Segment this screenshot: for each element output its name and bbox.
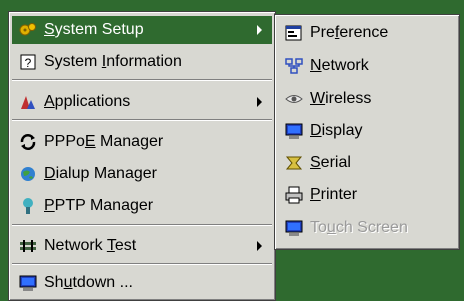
system-setup-submenu: Preference Network Wireless Display Seri…	[274, 14, 460, 250]
printer-icon	[284, 185, 304, 205]
display-icon	[284, 121, 304, 141]
menu-item-pppoe-manager[interactable]: PPPoE Manager	[12, 128, 272, 156]
system-setup-icon	[18, 20, 38, 40]
menu-separator	[12, 119, 272, 121]
menu-separator	[12, 79, 272, 81]
menu-separator	[12, 263, 272, 265]
menu-item-system-information[interactable]: ? System Information	[12, 48, 272, 76]
serial-icon	[284, 153, 304, 173]
applications-icon	[18, 92, 38, 112]
network-icon	[284, 56, 304, 76]
submenu-item-display[interactable]: Display	[278, 117, 456, 145]
submenu-item-preference[interactable]: Preference	[278, 19, 456, 47]
network-test-icon	[18, 236, 38, 256]
shutdown-icon	[18, 273, 38, 293]
submenu-item-printer[interactable]: Printer	[278, 181, 456, 209]
submenu-arrow-icon	[257, 25, 262, 35]
menu-item-system-setup[interactable]: System Setup	[12, 16, 272, 44]
wireless-icon	[284, 89, 304, 109]
menu-item-pptp-manager[interactable]: PPTP Manager	[12, 192, 272, 220]
submenu-arrow-icon	[257, 97, 262, 107]
help-icon: ?	[18, 52, 38, 72]
pptp-icon	[18, 196, 38, 216]
menu-item-dialup-manager[interactable]: Dialup Manager	[12, 160, 272, 188]
menu-item-shutdown[interactable]: Shutdown ...	[12, 269, 272, 297]
svg-text:?: ?	[25, 56, 32, 70]
pppoe-icon	[18, 132, 38, 152]
submenu-item-network[interactable]: Network	[278, 52, 456, 80]
submenu-item-serial[interactable]: Serial	[278, 149, 456, 177]
submenu-item-wireless[interactable]: Wireless	[278, 85, 456, 113]
menu-item-applications[interactable]: Applications	[12, 88, 272, 116]
submenu-arrow-icon	[257, 241, 262, 251]
touch-screen-icon	[284, 218, 304, 238]
menu-separator	[12, 224, 272, 226]
preference-icon	[284, 23, 304, 43]
menu-item-network-test[interactable]: Network Test	[12, 232, 272, 260]
submenu-item-touch-screen[interactable]: Touch Screen	[278, 214, 456, 242]
system-menu: System Setup ? System Information Applic…	[8, 11, 276, 301]
dialup-icon	[18, 164, 38, 184]
